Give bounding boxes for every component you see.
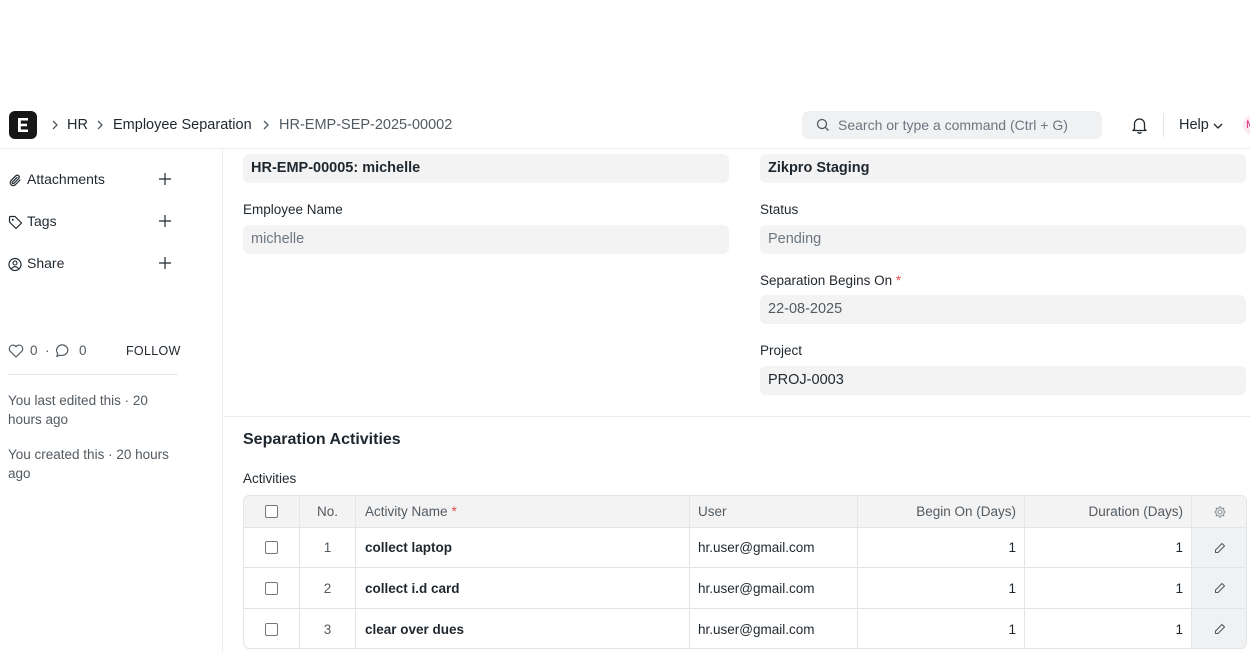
activity-name-cell[interactable]: collect laptop <box>356 528 690 567</box>
row-number: 3 <box>300 609 356 648</box>
form-sidebar: Attachments Tags Share 0 · 0 FOLLOW You … <box>0 149 223 652</box>
user-cell[interactable]: hr.user@gmail.com <box>690 568 858 608</box>
table-row[interactable]: 2 collect i.d card hr.user@gmail.com 1 1 <box>244 568 1246 609</box>
project-field[interactable]: PROJ-0003 <box>760 366 1246 395</box>
row-checkbox[interactable] <box>265 541 278 554</box>
chevron-right-icon <box>263 120 269 130</box>
edit-pencil-icon[interactable] <box>1214 623 1226 635</box>
sidebar-item-attachments[interactable]: Attachments <box>8 168 178 192</box>
user-cell[interactable]: hr.user@gmail.com <box>690 528 858 567</box>
duration-cell[interactable]: 1 <box>1025 528 1192 567</box>
activity-name-cell[interactable]: collect i.d card <box>356 568 690 608</box>
separator-dot: · <box>45 343 50 358</box>
edit-pencil-icon[interactable] <box>1214 582 1226 594</box>
help-menu-button[interactable]: Help <box>1179 101 1209 149</box>
separation-begins-field[interactable]: 22-08-2025 <box>760 295 1246 324</box>
row-checkbox[interactable] <box>265 581 278 595</box>
add-share-icon[interactable] <box>158 256 172 270</box>
search-input[interactable] <box>838 111 1093 139</box>
row-select-cell <box>244 528 300 567</box>
activities-grid-label: Activities <box>243 471 297 486</box>
header-activity-name-text: Activity Name <box>365 504 448 519</box>
app-logo[interactable] <box>9 111 37 139</box>
row-select-cell <box>244 568 300 608</box>
user-share-icon <box>8 257 22 272</box>
breadcrumb-employee-separation[interactable]: Employee Separation <box>113 101 252 149</box>
header-no: No. <box>300 496 356 527</box>
comment-icon[interactable] <box>55 343 72 359</box>
separation-begins-label: Separation Begins On * <box>760 273 901 288</box>
begin-on-cell[interactable]: 1 <box>858 568 1025 608</box>
begin-on-cell[interactable]: 1 <box>858 609 1025 648</box>
project-label: Project <box>760 343 803 358</box>
section-divider <box>224 416 1250 417</box>
status-field: Pending <box>760 225 1246 254</box>
employee-name-label: Employee Name <box>243 202 343 217</box>
header-user: User <box>690 496 858 527</box>
sidebar-item-label: Share <box>27 255 65 271</box>
row-select-cell <box>244 609 300 648</box>
navbar: HR Employee Separation HR-EMP-SEP-2025-0… <box>0 101 1250 149</box>
navbar-divider <box>1163 113 1164 137</box>
user-cell[interactable]: hr.user@gmail.com <box>690 609 858 648</box>
bell-icon[interactable] <box>1131 116 1148 134</box>
company-field[interactable]: Zikpro Staging <box>760 154 1246 183</box>
begin-on-cell[interactable]: 1 <box>858 528 1025 567</box>
table-row[interactable]: 3 clear over dues hr.user@gmail.com 1 1 <box>244 609 1246 648</box>
last-edited-info: You last edited this · 20 hours ago <box>8 393 148 427</box>
separation-begins-label-text: Separation Begins On <box>760 273 893 288</box>
activity-name-cell[interactable]: clear over dues <box>356 609 690 648</box>
add-attachment-icon[interactable] <box>158 172 172 186</box>
employee-field[interactable]: HR-EMP-00005: michelle <box>243 154 729 183</box>
likes-comments-row: 0 · 0 FOLLOW <box>8 342 181 360</box>
heart-icon[interactable] <box>8 344 24 358</box>
header-begin-on: Begin On (Days) <box>858 496 1025 527</box>
paperclip-icon <box>9 174 21 187</box>
activities-table: No. Activity Name * User Begin On (Days)… <box>243 495 1247 649</box>
employee-name-field: michelle <box>243 225 729 254</box>
user-avatar[interactable]: M <box>1243 115 1250 135</box>
sidebar-item-label: Attachments <box>27 171 105 187</box>
follow-button[interactable]: FOLLOW <box>126 344 181 358</box>
duration-cell[interactable]: 1 <box>1025 609 1192 648</box>
row-edit-cell[interactable] <box>1192 568 1246 608</box>
tag-icon <box>8 215 23 230</box>
created-info: You created this · 20 hours ago <box>8 447 169 481</box>
table-header: No. Activity Name * User Begin On (Days)… <box>244 496 1246 528</box>
search-bar[interactable] <box>802 111 1102 139</box>
select-all-checkbox[interactable] <box>265 505 278 518</box>
sidebar-item-share[interactable]: Share <box>8 252 178 276</box>
duration-cell[interactable]: 1 <box>1025 568 1192 608</box>
chevron-down-icon[interactable] <box>1213 122 1223 130</box>
required-mark: * <box>451 504 457 519</box>
status-label: Status <box>760 202 799 217</box>
required-mark: * <box>895 273 902 288</box>
breadcrumb-hr[interactable]: HR <box>67 101 88 149</box>
row-checkbox[interactable] <box>265 622 278 636</box>
breadcrumb-current-document: HR-EMP-SEP-2025-00002 <box>279 117 453 133</box>
sidebar-item-tags[interactable]: Tags <box>8 210 178 234</box>
edit-pencil-icon[interactable] <box>1214 542 1226 554</box>
chevron-right-icon <box>52 120 58 130</box>
row-number: 1 <box>300 528 356 567</box>
sidebar-divider <box>8 374 178 375</box>
row-edit-cell[interactable] <box>1192 609 1246 648</box>
row-edit-cell[interactable] <box>1192 528 1246 567</box>
table-row[interactable]: 1 collect laptop hr.user@gmail.com 1 1 <box>244 528 1246 568</box>
sidebar-item-label: Tags <box>27 213 57 229</box>
row-number: 2 <box>300 568 356 608</box>
column-settings-cell <box>1192 496 1246 527</box>
section-title[interactable]: Separation Activities <box>243 431 401 449</box>
gear-icon[interactable] <box>1213 505 1227 519</box>
select-all-cell <box>244 496 300 527</box>
chevron-right-icon <box>97 120 103 130</box>
header-duration: Duration (Days) <box>1025 496 1192 527</box>
add-tag-icon[interactable] <box>158 214 172 228</box>
comments-count: 0 <box>79 343 87 358</box>
likes-count: 0 <box>30 343 38 358</box>
search-icon <box>816 118 829 131</box>
header-activity-name: Activity Name * <box>356 496 690 527</box>
